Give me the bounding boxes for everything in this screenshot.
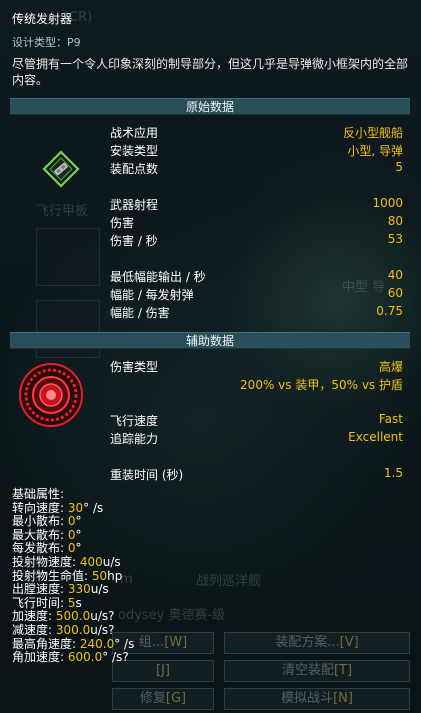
damage-type-value: 高爆 [378, 360, 403, 374]
stat-label-flux-per-damage: 幅能 / 伤害 [110, 306, 170, 320]
simulate-button[interactable]: 模拟战斗[N] [224, 688, 410, 710]
stat-label-dps: 伤害 / 秒 [110, 234, 158, 248]
stat-label-damage: 伤害 [110, 216, 135, 230]
stat-value-min-flux: 40 [387, 268, 403, 282]
weapon-tooltip: 传统发射器 设计类型：P9 尽管拥有一个令人印象深刻的制导部分，但这几乎是导弹微… [4, 2, 415, 490]
hull-class-text: 战列巡洋舰 [196, 574, 262, 589]
angular-acceleration-stat: 角加速度: 600.0° /s? [12, 650, 129, 665]
damage-type-label: 伤害类型 [110, 360, 159, 374]
stat-value-range: 1000 [372, 196, 403, 210]
loadout-button[interactable]: 装配方案...[V] [224, 632, 410, 654]
stat-value-mount-type: 小型, 导弹 [347, 144, 403, 158]
projectile-speed-stat: 投射物速度: 400u/s [12, 554, 121, 569]
strip-button[interactable]: 清空装配[T] [224, 660, 410, 682]
missile-launcher-icon [19, 363, 83, 427]
stat-label-tactical-use: 战术应用 [110, 126, 159, 140]
reload-time-label: 重装时间 (秒) [110, 468, 184, 482]
min-spread-stat: 最小散布: 0° [12, 514, 82, 529]
stat-label-flux-per-shot: 幅能 / 每发射弹 [110, 288, 194, 302]
stat-value-damage: 80 [387, 214, 403, 228]
tracking-value: Excellent [348, 430, 403, 444]
stat-value-tactical-use: 反小型舰船 [342, 126, 403, 140]
launch-speed-stat: 出膛速度: 330u/s [12, 582, 109, 597]
flight-speed-value: Fast [378, 412, 403, 426]
stat-label-range: 武器射程 [110, 198, 159, 212]
deceleration-stat: 减速度: 300.0u/s? [12, 622, 115, 637]
primary-data-header: 原始数据 [10, 98, 410, 115]
base-stats: 基础属性: 转向速度: 30° /s 最小散布: 0° 最大散布: 0° 每发散… [12, 487, 134, 665]
stat-label-min-flux: 最低幅能输出 / 秒 [110, 270, 206, 284]
design-type: 设计类型：P9 [12, 36, 81, 49]
stat-value-ordnance-points: 5 [395, 160, 403, 174]
small-ship-icon [42, 150, 80, 188]
damage-modifier-value: 200% vs 装甲，50% vs 护盾 [240, 378, 403, 392]
spread-per-shot-stat: 每发散布: 0° [12, 541, 82, 556]
tracking-label: 追踪能力 [110, 432, 159, 446]
base-stats-header: 基础属性: [12, 487, 65, 501]
repair-button[interactable]: 修复[G] [112, 688, 214, 710]
flight-speed-label: 飞行速度 [110, 414, 159, 428]
acceleration-stat: 加速度: 500.0u/s? [12, 609, 115, 624]
stat-label-mount-type: 安装类型 [110, 144, 159, 158]
secondary-data-header: 辅助数据 [10, 332, 410, 349]
weapon-description: 尽管拥有一个令人印象深刻的制导部分，但这几乎是导弹微小框架内的全部内容。 [12, 57, 409, 87]
stat-value-flux-per-shot: 60 [387, 286, 403, 300]
reload-time-value: 1.5 [383, 466, 403, 480]
stat-value-flux-per-damage: 0.75 [376, 304, 403, 318]
stat-label-ordnance-points: 装配点数 [110, 162, 159, 176]
weapon-title: 传统发射器 [12, 12, 73, 26]
stat-value-dps: 53 [387, 232, 403, 246]
